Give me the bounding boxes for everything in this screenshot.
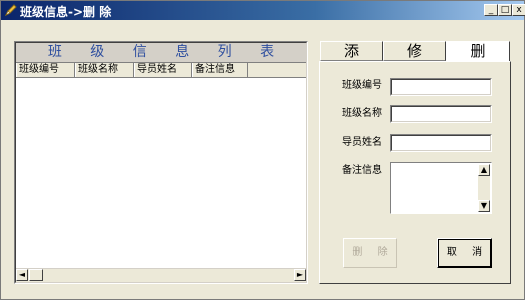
scroll-down-icon[interactable]: ▼	[478, 200, 490, 212]
column-header-class-id[interactable]: 班级编号	[16, 63, 75, 77]
main-window: 班级信息->删 除 _ □ x 班 级 信 息 列 表 班级编号 班级名称 导员…	[0, 0, 525, 300]
counselor-label: 导员姓名	[342, 137, 382, 148]
horizontal-scrollbar[interactable]: ◄ ►	[16, 268, 306, 282]
class-id-field[interactable]	[390, 78, 492, 96]
list-caption: 班 级 信 息 列 表	[16, 43, 306, 63]
tab-add[interactable]: 添 加	[320, 41, 383, 78]
window-title: 班级信息->删 除	[20, 5, 112, 19]
cancel-button[interactable]: 取 消	[437, 238, 492, 268]
column-header-class-name[interactable]: 班级名称	[75, 63, 134, 77]
maximize-button[interactable]: □	[498, 4, 512, 16]
scroll-right-icon[interactable]: ►	[294, 269, 306, 281]
scroll-thumb[interactable]	[29, 269, 43, 281]
counselor-field[interactable]	[390, 134, 492, 152]
tab-delete[interactable]: 删 除	[446, 41, 510, 78]
class-name-label: 班级名称	[342, 108, 382, 119]
action-tabs: 添 加 修 改 删 除	[320, 41, 510, 78]
class-name-field[interactable]	[390, 105, 492, 123]
column-header-counselor[interactable]: 导员姓名	[134, 63, 192, 77]
column-header-remark[interactable]: 备注信息	[192, 63, 248, 77]
remark-label: 备注信息	[342, 165, 382, 176]
minimize-button[interactable]: _	[484, 4, 498, 16]
list-column-headers: 班级编号 班级名称 导员姓名 备注信息	[16, 63, 306, 78]
remark-scrollbar[interactable]: ▲ ▼	[478, 164, 490, 212]
list-caption-text: 班 级 信 息 列 表	[47, 44, 287, 60]
scroll-up-icon[interactable]: ▲	[478, 164, 490, 176]
close-button[interactable]: x	[512, 4, 525, 16]
remark-field[interactable]: ▲ ▼	[390, 162, 492, 214]
title-bar[interactable]: 班级信息->删 除 _ □ x	[1, 1, 525, 20]
scroll-left-icon[interactable]: ◄	[16, 269, 28, 281]
delete-button[interactable]: 删 除	[343, 238, 397, 268]
form-panel: 班级编号 班级名称 导员姓名 备注信息 ▲ ▼ 删 除 取 消	[319, 61, 511, 284]
class-id-label: 班级编号	[342, 80, 382, 91]
pencil-icon	[4, 4, 17, 17]
tab-modify[interactable]: 修 改	[383, 41, 446, 78]
class-list-panel: 班 级 信 息 列 表 班级编号 班级名称 导员姓名 备注信息 ◄ ►	[14, 41, 308, 284]
